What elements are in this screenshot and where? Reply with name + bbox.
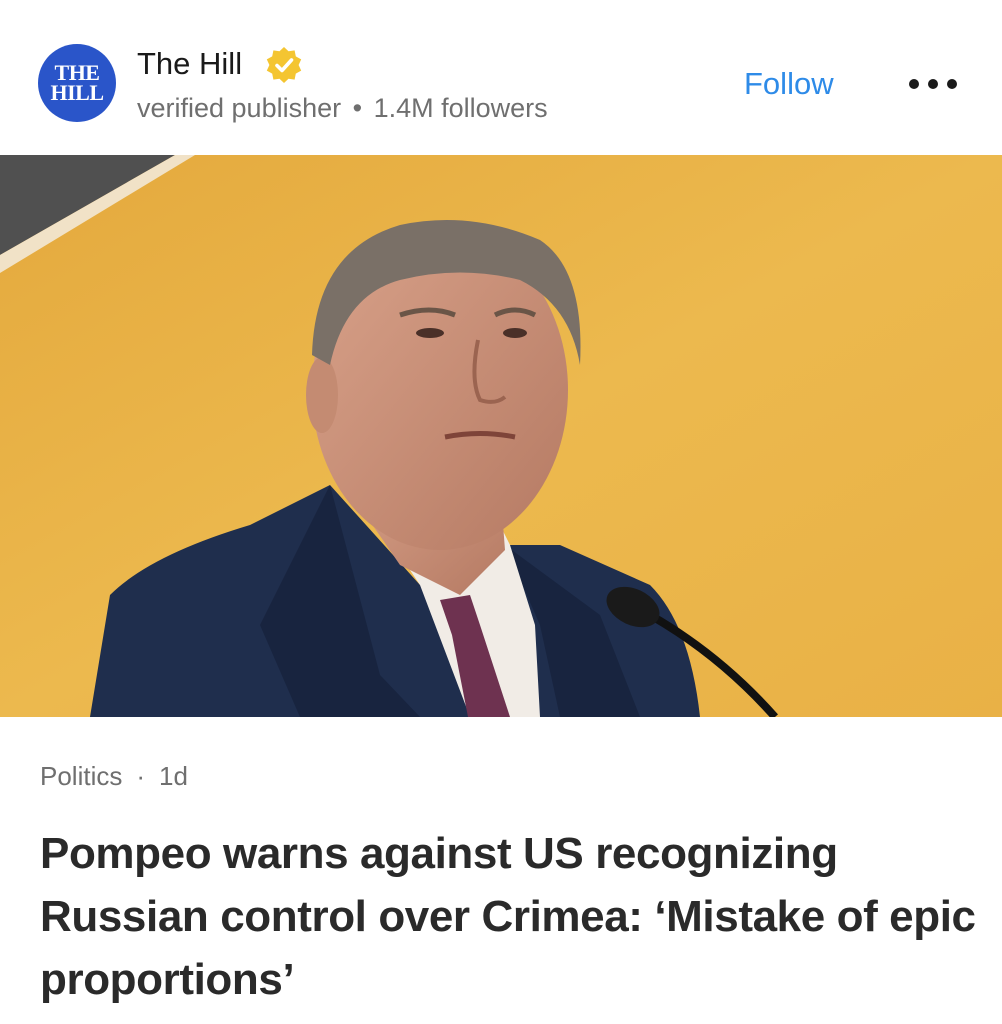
dot-1 — [909, 79, 919, 89]
publisher-followers: 1.4M followers — [373, 93, 548, 123]
dot-2 — [928, 79, 938, 89]
meta-dot: • — [345, 93, 370, 123]
dot-3 — [947, 79, 957, 89]
publisher-status: verified publisher — [137, 93, 342, 123]
logo-text-bottom: HILL — [50, 80, 104, 105]
meta-separator: · — [136, 761, 146, 791]
publisher-header: THE HILL The Hill verified publisher • 1… — [0, 0, 1002, 155]
article-meta: Politics · 1d — [40, 758, 188, 794]
hero-photo-illustration — [0, 155, 1002, 717]
verified-badge-icon — [266, 47, 302, 83]
publisher-meta: verified publisher • 1.4M followers — [137, 90, 548, 126]
publisher-name[interactable]: The Hill — [137, 44, 242, 84]
article-headline[interactable]: Pompeo warns against US recognizing Russ… — [40, 822, 980, 1011]
publisher-logo[interactable]: THE HILL — [38, 44, 116, 122]
more-dots-icon[interactable] — [903, 64, 963, 104]
article-category[interactable]: Politics — [40, 761, 122, 791]
follow-button[interactable]: Follow — [744, 64, 834, 104]
hero-image[interactable] — [0, 155, 1002, 717]
article-age: 1d — [159, 761, 188, 791]
